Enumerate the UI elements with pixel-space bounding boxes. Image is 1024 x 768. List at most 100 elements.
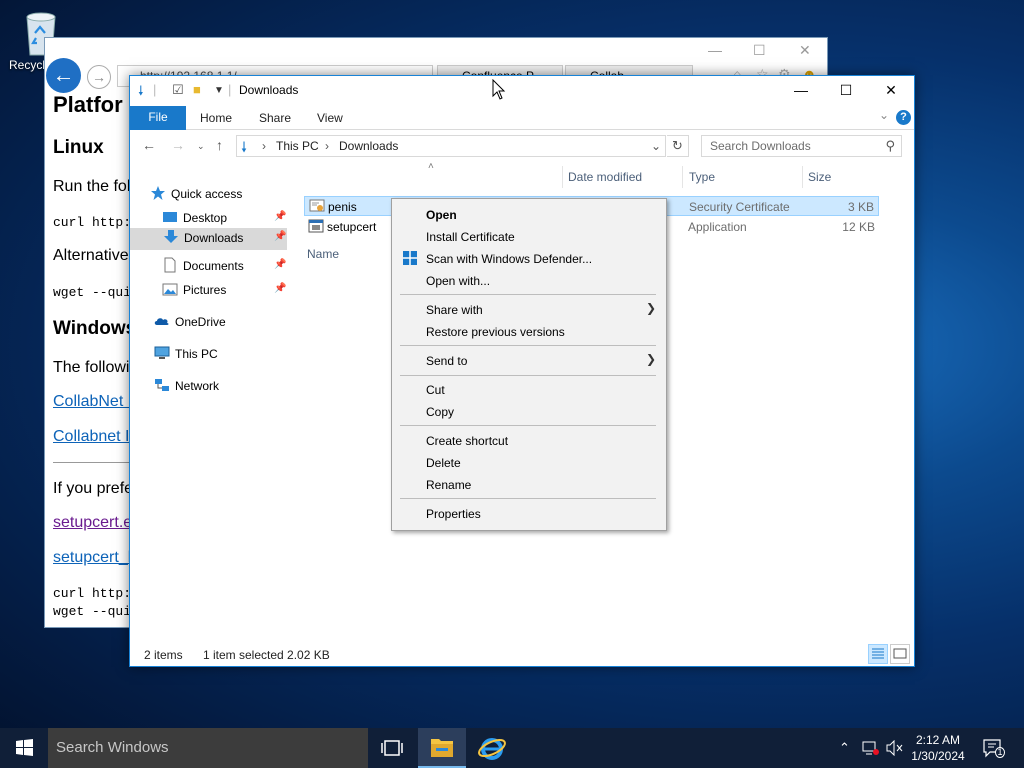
menu-item-open-with[interactable]: Open with... [426, 274, 490, 288]
window-title: Downloads [239, 83, 299, 97]
navigation-row: ← → ⌄ ↑ 🠗 › This PC › Downloads ⌄ ↻ Sear… [130, 133, 914, 159]
new-folder-quick-icon[interactable]: ■ [193, 82, 201, 97]
file-name[interactable]: setupcert [327, 220, 376, 234]
task-view-icon[interactable] [372, 728, 412, 768]
column-date-modified[interactable]: Date modified [568, 170, 642, 184]
large-icons-view-icon[interactable] [890, 644, 910, 664]
menu-separator [400, 498, 656, 499]
column-divider[interactable] [562, 166, 563, 188]
wget-command-2: wget --qui [53, 604, 132, 619]
nav-label: Documents [183, 259, 244, 273]
alternative-text: Alternative [53, 247, 129, 264]
nav-desktop[interactable]: Desktop 📌 [162, 208, 287, 230]
browser-forward-button[interactable]: → [87, 65, 111, 89]
submenu-chevron-icon: ❯ [645, 301, 656, 315]
taskbar-file-explorer-button[interactable] [418, 728, 466, 768]
nav-label: Downloads [184, 231, 244, 245]
tab-share[interactable]: Share [259, 111, 291, 125]
browser-close-button[interactable]: ✕ [799, 42, 811, 59]
column-name[interactable]: Name [307, 247, 339, 261]
address-dropdown-chevron-icon[interactable]: ⌄ [651, 139, 661, 153]
menu-item-rename[interactable]: Rename [426, 478, 471, 492]
menu-item-copy[interactable]: Copy [426, 405, 454, 419]
menu-item-scan-defender[interactable]: Scan with Windows Defender... [426, 252, 592, 266]
menu-item-delete[interactable]: Delete [426, 456, 461, 470]
breadcrumb-this-pc[interactable]: This PC [276, 139, 319, 153]
menu-item-send-to[interactable]: Send to [426, 354, 467, 368]
file-name[interactable]: penis [328, 200, 357, 214]
system-clock[interactable]: 2:12 AM 1/30/2024 [906, 732, 970, 764]
linux-heading: Linux [53, 137, 104, 158]
nav-pictures[interactable]: Pictures 📌 [162, 280, 287, 302]
breadcrumb-separator-icon[interactable]: › [262, 139, 266, 153]
show-hidden-icons-chevron-icon[interactable]: ⌃ [839, 740, 850, 756]
certificate-file-icon [309, 199, 325, 212]
up-arrow-icon[interactable]: ↑ [216, 137, 223, 153]
taskbar-internet-explorer-button[interactable] [468, 728, 516, 768]
forward-arrow-icon[interactable]: → [171, 137, 185, 153]
wget-command-1: wget --qui [53, 285, 132, 300]
menu-item-install-certificate[interactable]: Install Certificate [426, 230, 515, 244]
menu-item-restore-previous-versions[interactable]: Restore previous versions [426, 325, 565, 339]
minimize-button[interactable]: — [778, 76, 824, 105]
page-heading: Platfor [53, 92, 123, 117]
column-type[interactable]: Type [689, 170, 715, 184]
action-center-button[interactable]: 1 [982, 738, 1005, 758]
menu-item-create-shortcut[interactable]: Create shortcut [426, 434, 508, 448]
help-icon[interactable]: ? [896, 110, 911, 125]
nav-label: OneDrive [175, 315, 226, 329]
pin-icon[interactable]: 📌 [274, 259, 286, 270]
collabnet-link-2[interactable]: Collabnet I [53, 428, 130, 446]
back-arrow-icon[interactable]: ← [142, 137, 156, 153]
collabnet-link-1[interactable]: CollabNet I [53, 393, 132, 411]
nav-onedrive[interactable]: OneDrive [154, 312, 284, 334]
tab-file[interactable]: File [130, 106, 186, 130]
details-view-icon[interactable] [868, 644, 888, 664]
maximize-button[interactable]: ☐ [823, 76, 869, 105]
network-tray-icon[interactable] [862, 740, 880, 756]
pin-icon[interactable]: 📌 [274, 211, 286, 222]
nav-documents[interactable]: Documents 📌 [162, 256, 287, 278]
column-divider[interactable] [682, 166, 683, 188]
refresh-icon[interactable]: ↻ [667, 135, 689, 157]
tab-home[interactable]: Home [200, 111, 232, 125]
pin-icon[interactable]: 📌 [274, 231, 286, 242]
customize-quick-access-icon[interactable]: ▼ [214, 85, 224, 96]
pin-icon[interactable]: 📌 [274, 283, 286, 294]
menu-item-share-with[interactable]: Share with [426, 303, 483, 317]
windows-heading: Windows [53, 318, 137, 339]
nav-network[interactable]: Network [154, 376, 284, 398]
volume-muted-icon[interactable] [886, 740, 904, 756]
setupcert-link[interactable]: setupcert_l [53, 549, 131, 567]
setupcert-exe-link[interactable]: setupcert.e [53, 514, 132, 532]
tab-view[interactable]: View [317, 111, 343, 125]
clock-time: 2:12 AM [915, 733, 961, 747]
breadcrumb-downloads[interactable]: Downloads [339, 139, 398, 153]
properties-quick-icon[interactable]: ☑ [172, 82, 184, 98]
close-button[interactable]: ✕ [868, 76, 914, 105]
search-input[interactable]: Search Downloads ⚲ [701, 135, 902, 157]
nav-quick-access[interactable]: Quick access [150, 184, 290, 206]
menu-item-cut[interactable]: Cut [426, 383, 445, 397]
title-separator: | [153, 82, 157, 97]
windows-start-icon[interactable] [0, 728, 48, 768]
address-bar[interactable]: 🠗 › This PC › Downloads ⌄ [236, 135, 666, 157]
browser-maximize-button[interactable]: ☐ [753, 42, 766, 59]
recent-locations-chevron-icon[interactable]: ⌄ [197, 141, 205, 152]
following-text: The followi [53, 359, 130, 376]
expand-ribbon-chevron-icon[interactable]: ⌄ [879, 108, 889, 122]
curl-command-1: curl http: [53, 215, 132, 230]
breadcrumb-separator-icon[interactable]: › [325, 139, 329, 153]
browser-minimize-button[interactable]: — [708, 42, 722, 58]
taskbar-search-input[interactable]: Search Windows [48, 728, 368, 768]
menu-item-properties[interactable]: Properties [426, 507, 481, 521]
nav-this-pc[interactable]: This PC [154, 344, 284, 366]
explorer-title-bar[interactable]: 🠗 | ☑ ■ ▼ | Downloads — ☐ ✕ [130, 76, 914, 105]
browser-back-button[interactable]: ← [46, 58, 81, 93]
column-size[interactable]: Size [808, 170, 831, 184]
nav-downloads[interactable]: Downloads 📌 [130, 228, 287, 250]
column-divider[interactable] [802, 166, 803, 188]
menu-item-open[interactable]: Open [426, 208, 457, 222]
menu-separator [400, 425, 656, 426]
computer-icon [154, 346, 170, 359]
